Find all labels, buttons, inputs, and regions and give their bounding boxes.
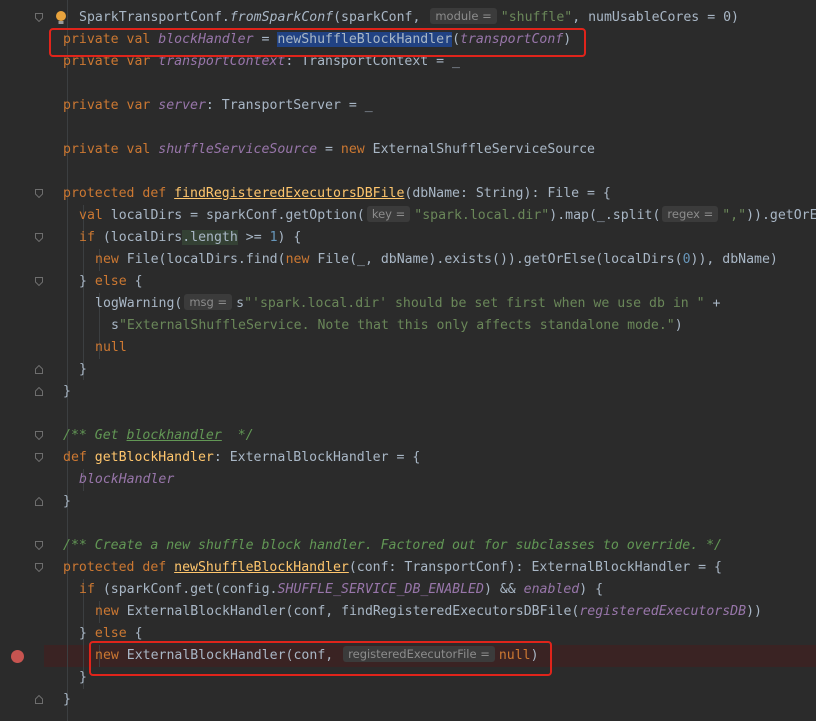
code-line: null <box>95 340 127 355</box>
editor-gutter[interactable] <box>0 0 44 721</box>
parameter-hint: key = <box>366 206 411 222</box>
code-comment: /** Create a new shuffle block handler. … <box>63 538 722 553</box>
code-line: blockHandler <box>79 472 175 487</box>
code-line: s"ExternalShuffleService. Note that this… <box>111 318 683 333</box>
code-comment: /** Get blockhandler */ <box>63 428 254 443</box>
fold-icon[interactable] <box>35 563 43 572</box>
fold-icon[interactable] <box>35 277 43 286</box>
fold-icon[interactable] <box>35 497 43 506</box>
code-line: if (sparkConf.get(config.SHUFFLE_SERVICE… <box>79 582 604 597</box>
fold-icon[interactable] <box>35 431 43 440</box>
code-line: SparkTransportConf.fromSparkConf(sparkCo… <box>79 8 739 25</box>
code-line: protected def findRegisteredExecutorsDBF… <box>63 186 611 201</box>
fold-icon[interactable] <box>35 453 43 462</box>
parameter-hint: msg = <box>184 294 233 310</box>
code-line: new ExternalBlockHandler(conf, findRegis… <box>95 604 762 619</box>
code-line: if (localDirs.length >= 1) { <box>79 230 302 245</box>
code-line: def getBlockHandler: ExternalBlockHandle… <box>63 450 421 465</box>
highlight-box <box>89 641 552 676</box>
fold-icon[interactable] <box>35 387 43 396</box>
fold-icon[interactable] <box>35 365 43 374</box>
fold-icon[interactable] <box>35 13 43 22</box>
code-line: } else { <box>79 274 143 289</box>
code-line: } <box>79 670 87 685</box>
code-line: protected def newShuffleBlockHandler(con… <box>63 560 722 575</box>
fold-icon[interactable] <box>35 189 43 198</box>
code-editor[interactable]: SparkTransportConf.fromSparkConf(sparkCo… <box>44 0 816 721</box>
code-line: } <box>63 692 71 707</box>
parameter-hint: regex = <box>662 206 719 222</box>
parameter-hint: module = <box>430 8 497 24</box>
fold-icon[interactable] <box>35 541 43 550</box>
code-line: } <box>79 362 87 377</box>
fold-icon[interactable] <box>35 695 43 704</box>
code-line: logWarning(msg = s"'spark.local.dir' shou… <box>95 294 721 311</box>
code-line: } <box>63 384 71 399</box>
code-line: val localDirs = sparkConf.getOption(key … <box>79 206 816 223</box>
code-line: new File(localDirs.find(new File(_, dbNa… <box>95 252 778 267</box>
code-line: private var server: TransportServer = _ <box>63 98 373 113</box>
fold-icon[interactable] <box>35 233 43 242</box>
breakpoint-icon[interactable] <box>11 650 24 663</box>
code-line: } <box>63 494 71 509</box>
highlight-box <box>49 28 586 57</box>
code-line: private val shuffleServiceSource = new E… <box>63 142 595 157</box>
